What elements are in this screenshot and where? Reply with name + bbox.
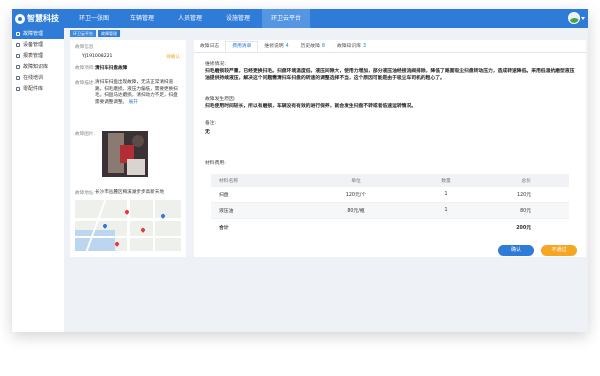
breadcrumb-item-current[interactable]: 故障管理 <box>98 30 120 37</box>
nav-item-vehicles[interactable]: 车辆管理 <box>118 9 166 28</box>
top-nav: 环卫一张图 车辆管理 人员管理 设施管理 环卫云平台 <box>70 9 310 28</box>
sidebar-item-reports[interactable]: 报表管理 <box>12 50 64 61</box>
sidebar-item-label: 故障管理 <box>23 31 44 37</box>
fault-info-header: 故障信息 <box>75 45 94 50</box>
tab-repair-notes[interactable]: 维修说明 4 <box>258 42 294 52</box>
report-icon <box>16 53 20 58</box>
map-pin-icon <box>114 241 120 247</box>
breadcrumb: 环卫云平台 故障管理 <box>70 30 120 37</box>
expand-link[interactable]: 展开 <box>129 100 138 105</box>
training-icon <box>16 75 20 80</box>
sidebar-item-label: 设备管理 <box>23 42 44 48</box>
sidebar-item-label: 报表管理 <box>23 53 44 59</box>
parts-icon <box>16 86 20 91</box>
table-cell: 80元/瓶 <box>347 209 365 214</box>
fault-address: 长沙市岳麓区梅溪湖步步高新天地 <box>95 190 164 195</box>
table-cell: 120元 <box>517 193 531 198</box>
fault-id: YJ191008221 <box>82 54 113 59</box>
chevron-down-icon[interactable] <box>581 17 585 20</box>
table-cell: 1 <box>444 208 448 213</box>
fault-photo-label: 故障图片: <box>75 132 95 137</box>
monitor-icon <box>16 31 20 36</box>
column-header: 单位 <box>351 178 361 184</box>
tab-count: 3 <box>362 44 366 49</box>
cause-text: 扫毛使用时间较长，所以有磨损，车辆没有有效的进行保养，就会发生扫盘不转或者低速运… <box>205 104 417 109</box>
confirm-button[interactable]: 确认 <box>498 245 534 256</box>
user-avatar[interactable] <box>568 12 580 24</box>
total-label: 合计 <box>219 225 229 231</box>
column-header: 总价 <box>521 178 531 184</box>
logo-icon <box>15 13 25 24</box>
tab-fault-library[interactable]: 故障知识库 3 <box>331 42 372 52</box>
breadcrumb-item[interactable]: 环卫云平台 <box>70 30 96 37</box>
tab-label: 维修说明 <box>264 44 284 49</box>
fault-project-label: 故障项目: <box>75 66 95 71</box>
sidebar-item-training[interactable]: 在线培训 <box>12 72 64 83</box>
nav-item-staff[interactable]: 人员管理 <box>166 9 214 28</box>
tab-label: 故障知识库 <box>336 44 361 49</box>
sidebar: 故障管理 设备管理 报表管理 故障知识库 在线培训 零配件库 <box>12 28 64 332</box>
sidebar-item-device-management[interactable]: 设备管理 <box>12 39 64 50</box>
total-value: 200元 <box>516 225 531 231</box>
repair-text: 扫毛磨损较严重，已经更换扫毛。扫盘环境温度低，液压间隙大，使用力增加，部分液压油… <box>205 69 575 81</box>
tab-count: 4 <box>285 44 289 49</box>
remark-value: 无 <box>205 130 210 135</box>
top-navbar: 智慧科技 环卫一张图 车辆管理 人员管理 设施管理 环卫云平台 <box>12 9 588 28</box>
detail-panel: 故障日志 费用清单 维修说明 4 历史故障 8 故障知识库 3 维修情况: 扫毛磨损较… <box>194 40 586 257</box>
tab-count: 8 <box>321 44 325 49</box>
library-icon <box>16 64 20 69</box>
app-window: 智慧科技 环卫一张图 车辆管理 人员管理 设施管理 环卫云平台 故障管理 设备管… <box>12 9 588 332</box>
detail-tabs: 故障日志 费用清单 维修说明 4 历史故障 8 故障知识库 3 <box>194 40 586 53</box>
sidebar-item-label: 故障知识库 <box>23 64 49 70</box>
reject-button[interactable]: 不通过 <box>541 245 577 256</box>
tab-label: 故障日志 <box>200 44 220 49</box>
table-row: 液压油 80元/瓶 1 80元 <box>211 203 569 219</box>
fault-desc-label: 故障描述: <box>75 81 95 86</box>
tab-fault-history[interactable]: 历史故障 8 <box>295 42 331 52</box>
cause-label: 故障发生原因: <box>205 97 236 102</box>
tab-label: 历史故障 <box>300 44 320 49</box>
table-cell: 液压油 <box>219 209 234 214</box>
tab-cost-list[interactable]: 费用清单 <box>225 41 259 52</box>
repair-label: 维修情况: <box>205 62 226 67</box>
map-pin-icon <box>140 227 146 233</box>
fault-address-label: 故障地址: <box>75 191 95 196</box>
sidebar-item-label: 在线培训 <box>23 75 44 81</box>
table-total-row: 合计 200元 <box>211 219 569 235</box>
tab-label: 费用清单 <box>232 44 252 49</box>
table-cell: 1 <box>444 192 448 197</box>
nav-item-facilities[interactable]: 设施管理 <box>214 9 262 28</box>
table-row: 扫盘 120元/个 1 120元 <box>211 187 569 203</box>
fault-info-card: 故障信息 YJ191008221 待确认 故障项目: 清扫车扫盘故障 故障描述:… <box>70 40 186 257</box>
column-header: 数量 <box>441 178 451 184</box>
nav-item-cloud-platform[interactable]: 环卫云平台 <box>262 9 310 28</box>
logo[interactable]: 智慧科技 <box>12 13 64 24</box>
remark-label: 备注: <box>205 121 217 126</box>
cost-table: 材料名称 单位 数量 总价 扫盘 120元/个 1 120元 液压油 80元/瓶… <box>211 174 569 235</box>
sidebar-item-label: 零配件库 <box>23 86 44 92</box>
nav-item-overview[interactable]: 环卫一张图 <box>70 9 118 28</box>
cost-label: 材料费用: <box>205 161 226 166</box>
logo-text: 智慧科技 <box>27 14 59 23</box>
column-header: 材料名称 <box>219 178 239 184</box>
status-badge: 待确认 <box>166 55 180 60</box>
sidebar-item-parts[interactable]: 零配件库 <box>12 83 64 94</box>
table-cell: 扫盘 <box>219 193 229 198</box>
device-icon <box>16 42 20 47</box>
fault-description: 清扫车扫盘出现故障，无法正常清扫道路。扫毛磨损，液压力偏低，需要更换扫毛。扫盘马… <box>95 80 180 106</box>
sidebar-item-fault-library[interactable]: 故障知识库 <box>12 61 64 72</box>
tab-fault-log[interactable]: 故障日志 <box>194 42 225 52</box>
table-cell: 80元 <box>520 209 531 214</box>
map-pin-icon <box>102 223 108 229</box>
table-cell: 120元/个 <box>345 193 367 198</box>
sidebar-item-fault-management[interactable]: 故障管理 <box>12 28 64 39</box>
table-header: 材料名称 单位 数量 总价 <box>211 174 569 187</box>
fault-photo[interactable] <box>102 131 148 177</box>
location-map[interactable] <box>75 200 181 251</box>
fault-project-value: 清扫车扫盘故障 <box>95 66 128 71</box>
